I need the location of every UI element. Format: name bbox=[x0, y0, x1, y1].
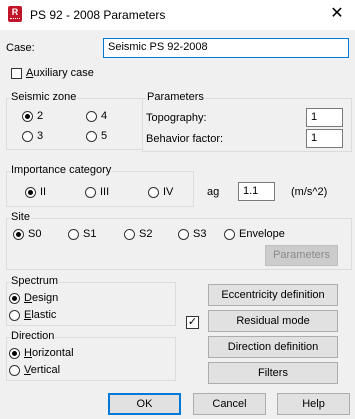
cancel-button[interactable]: Cancel bbox=[193, 393, 266, 415]
behavior-factor-input[interactable]: 1 bbox=[306, 129, 343, 148]
spectrum-title: Spectrum bbox=[10, 275, 60, 287]
site-title: Site bbox=[10, 211, 31, 223]
ag-unit: (m/s^2) bbox=[291, 186, 328, 198]
zone-3-label: 3 bbox=[37, 130, 44, 142]
direction-definition-button[interactable]: Direction definition bbox=[208, 336, 338, 358]
close-icon[interactable]: ✕ bbox=[326, 4, 348, 24]
spectrum-elastic-label: Elastic bbox=[24, 309, 57, 321]
zone-5-label: 5 bbox=[101, 130, 108, 142]
site-s0-radio[interactable] bbox=[13, 229, 24, 240]
direction-horizontal-radio[interactable] bbox=[9, 348, 20, 359]
importance-iii-radio[interactable] bbox=[85, 187, 96, 198]
behavior-factor-label: Behavior factor: bbox=[146, 133, 224, 145]
zone-4-label: 4 bbox=[101, 110, 108, 122]
case-input-value: Seismic PS 92-2008 bbox=[108, 41, 208, 53]
ok-button[interactable]: OK bbox=[108, 393, 181, 415]
ag-value: 1.1 bbox=[243, 185, 259, 197]
app-icon: R bbox=[8, 6, 22, 22]
zone-3-radio[interactable] bbox=[22, 131, 33, 142]
importance-iv-radio[interactable] bbox=[148, 187, 159, 198]
site-s2-radio[interactable] bbox=[124, 229, 135, 240]
site-s0-label: S0 bbox=[28, 228, 42, 240]
parameters-title: Parameters bbox=[146, 91, 205, 103]
seismic-zone-title: Seismic zone bbox=[10, 91, 78, 103]
importance-ii-radio[interactable] bbox=[25, 187, 36, 198]
case-label: Case: bbox=[6, 42, 35, 54]
direction-vertical-radio[interactable] bbox=[9, 365, 20, 376]
site-parameters-button[interactable]: Parameters bbox=[265, 245, 338, 266]
seismic-zone-group bbox=[6, 98, 143, 150]
site-s1-label: S1 bbox=[83, 228, 97, 240]
auxiliary-case-checkbox[interactable] bbox=[11, 68, 22, 79]
zone-2-radio[interactable] bbox=[22, 111, 33, 122]
zone-5-radio[interactable] bbox=[86, 131, 97, 142]
behavior-factor-value: 1 bbox=[311, 132, 318, 144]
topography-value: 1 bbox=[311, 111, 318, 123]
direction-horizontal-label: Horizontal bbox=[24, 347, 74, 359]
topography-input[interactable]: 1 bbox=[306, 108, 343, 127]
zone-2-label: 2 bbox=[37, 110, 44, 122]
ag-label: ag bbox=[207, 186, 220, 198]
spectrum-design-label: Design bbox=[24, 292, 59, 304]
site-envelope-label: Envelope bbox=[239, 228, 285, 240]
site-envelope-radio[interactable] bbox=[224, 229, 235, 240]
importance-category-title: Importance category bbox=[10, 164, 113, 176]
ag-input[interactable]: 1.1 bbox=[238, 182, 275, 201]
importance-ii-label: II bbox=[40, 186, 47, 198]
residual-mode-checkbox[interactable]: ✓ bbox=[186, 316, 199, 329]
filters-button[interactable]: Filters bbox=[208, 362, 338, 384]
importance-iii-label: III bbox=[100, 186, 110, 198]
direction-title: Direction bbox=[10, 330, 56, 342]
spectrum-elastic-radio[interactable] bbox=[9, 310, 20, 321]
site-s2-label: S2 bbox=[139, 228, 153, 240]
zone-4-radio[interactable] bbox=[86, 111, 97, 122]
site-s3-label: S3 bbox=[193, 228, 207, 240]
importance-iv-label: IV bbox=[163, 186, 174, 198]
site-s3-radio[interactable] bbox=[178, 229, 189, 240]
help-button[interactable]: Help bbox=[277, 393, 350, 415]
residual-mode-button[interactable]: Residual mode bbox=[208, 310, 338, 332]
window-title: PS 92 - 2008 Parameters bbox=[30, 8, 166, 22]
auxiliary-case-label: Auxiliary case bbox=[26, 67, 94, 79]
case-input[interactable]: Seismic PS 92-2008 bbox=[103, 38, 349, 58]
direction-vertical-label: Vertical bbox=[24, 364, 61, 376]
topography-label: Topography: bbox=[146, 112, 207, 124]
eccentricity-definition-button[interactable]: Eccentricity definition bbox=[208, 284, 338, 306]
site-s1-radio[interactable] bbox=[68, 229, 79, 240]
spectrum-design-radio[interactable] bbox=[9, 293, 20, 304]
